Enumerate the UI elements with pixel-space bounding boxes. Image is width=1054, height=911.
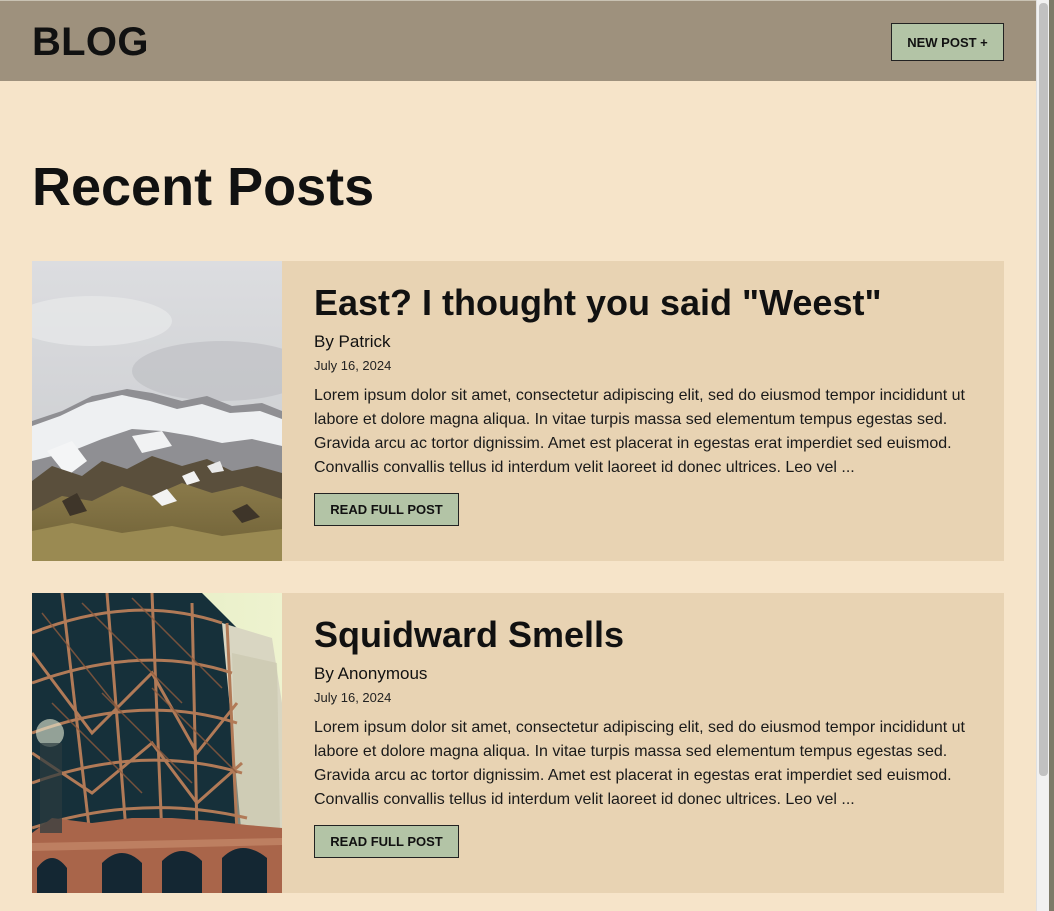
post-thumbnail-arch [32,593,282,893]
post-card: Squidward Smells By Anonymous July 16, 2… [32,593,1004,893]
page: BLOG NEW POST + Recent Posts East? I tho… [0,0,1036,911]
post-excerpt: Lorem ipsum dolor sit amet, consectetur … [314,719,965,808]
post-date: July 16, 2024 [314,358,392,373]
vertical-scrollbar[interactable] [1036,0,1049,911]
site-header: BLOG NEW POST + [0,1,1036,81]
post-thumbnail-mountain [32,261,282,561]
post-title[interactable]: Squidward Smells [314,613,974,657]
post-author: By Anonymous [314,664,428,683]
post-date: July 16, 2024 [314,690,392,705]
post-body: East? I thought you said "Weest" By Patr… [314,281,974,526]
page-title: Recent Posts [32,157,375,217]
post-excerpt: Lorem ipsum dolor sit amet, consectetur … [314,387,965,476]
post-card: East? I thought you said "Weest" By Patr… [32,261,1004,561]
post-body: Squidward Smells By Anonymous July 16, 2… [314,613,974,858]
scrollbar-thumb[interactable] [1039,3,1048,776]
steel-arch-image [32,593,282,893]
read-full-post-button[interactable]: READ FULL POST [314,493,459,526]
read-full-post-button[interactable]: READ FULL POST [314,825,459,858]
post-title[interactable]: East? I thought you said "Weest" [314,281,974,325]
post-author: By Patrick [314,332,391,351]
site-logo-text[interactable]: BLOG [32,20,149,64]
snowy-mountain-image [32,261,282,561]
new-post-button[interactable]: NEW POST + [891,23,1004,61]
